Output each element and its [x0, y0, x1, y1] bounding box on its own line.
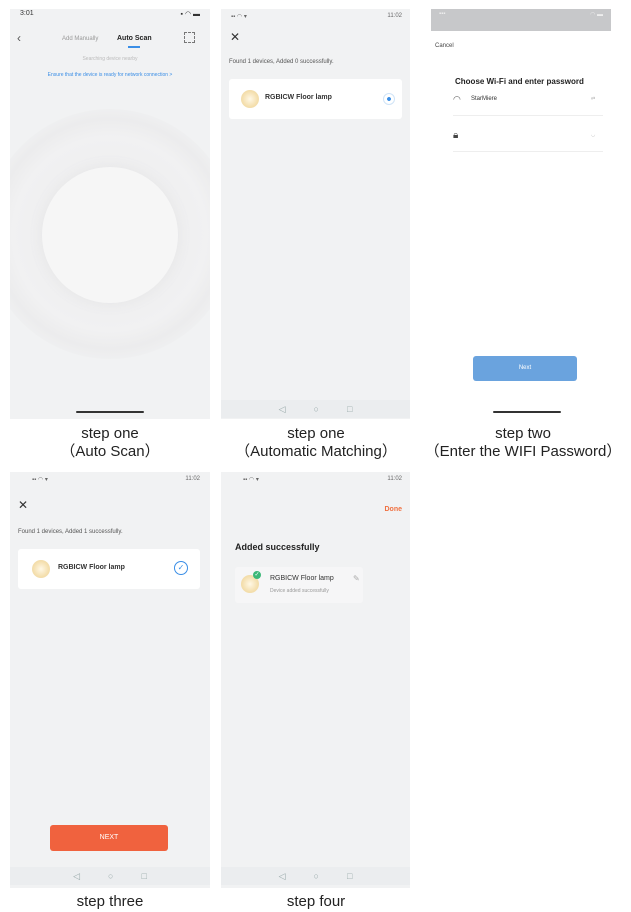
phone-step-four: ▪▪ ◠ ▾ 11:02 Done Added successfully ✓ R…: [221, 472, 410, 888]
nav-recent-icon[interactable]: □: [347, 871, 352, 881]
nav-home-icon[interactable]: ○: [314, 404, 319, 414]
status-time: 11:02: [387, 476, 402, 482]
ensure-ready-link[interactable]: Ensure that the device is ready for netw…: [10, 72, 210, 78]
tab-auto-scan[interactable]: Auto Scan: [117, 35, 152, 42]
divider: [453, 151, 603, 152]
status-time: 3:01: [20, 10, 34, 17]
caption-line: （Auto Scan）: [60, 443, 160, 460]
home-indicator: [493, 411, 561, 413]
nav-recent-icon[interactable]: □: [347, 404, 352, 414]
show-password-icon[interactable]: ◡: [591, 132, 595, 138]
status-icons: ◠ ▬: [590, 12, 603, 18]
status-bar-dim: ▪▪▪ ◠ ▬: [431, 9, 611, 31]
caption-step-three: step three: [5, 893, 215, 911]
caption-line: step one: [81, 425, 139, 442]
caption-step-one-matching: step one （Automatic Matching）: [211, 425, 421, 461]
phone-step-three: ▪▪ ◠ ▾ 11:02 ✕ Found 1 devices, Added 1 …: [10, 472, 210, 888]
wifi-ssid[interactable]: StarMiere: [471, 96, 497, 102]
home-indicator: [76, 411, 144, 413]
caption-line: step three: [76, 893, 144, 910]
tab-add-manually[interactable]: Add Manually: [62, 36, 98, 42]
next-button-label: NEXT: [99, 834, 119, 841]
done-button[interactable]: Done: [385, 506, 403, 513]
next-button[interactable]: Next: [473, 356, 577, 381]
lamp-icon: [241, 90, 259, 108]
divider: [453, 115, 603, 116]
password-input[interactable]: [471, 131, 593, 141]
close-icon[interactable]: ✕: [230, 30, 240, 44]
nav-back-icon[interactable]: ◁: [279, 871, 286, 882]
device-name: RGBICW Floor lamp: [58, 564, 125, 571]
nav-back-icon[interactable]: ◁: [73, 871, 80, 882]
added-check-icon: ✓: [253, 571, 261, 579]
status-time: 11:02: [387, 13, 402, 19]
wifi-title: Choose Wi-Fi and enter password: [455, 77, 584, 86]
caption-step-four: step four: [211, 893, 421, 911]
lamp-icon: [32, 560, 50, 578]
caption-line: step four: [286, 893, 346, 910]
android-nav-bar: ◁ ○ □: [221, 867, 410, 885]
status-time: 11:02: [185, 476, 200, 482]
device-card: ✓ RGBICW Floor lamp ✎ Device added succe…: [235, 567, 363, 603]
status-icons: ▪ ◠ ▬: [180, 11, 200, 18]
status-signal: ▪▪ ◠ ▾: [243, 477, 259, 483]
nav-home-icon[interactable]: ○: [108, 871, 113, 881]
phone-wifi: ▪▪▪ ◠ ▬ Cancel Choose Wi-Fi and enter pa…: [431, 9, 611, 419]
nav-home-icon[interactable]: ○: [314, 871, 319, 881]
found-text: Found 1 devices, Added 0 successfully.: [229, 59, 334, 65]
scan-radar-core: [42, 167, 178, 303]
wifi-icon: ◠: [453, 94, 461, 104]
caption-step-two: step two （Enter the WIFI Password）: [418, 425, 628, 461]
caption-step-one-auto-scan: step one （Auto Scan）: [5, 425, 215, 461]
back-icon[interactable]: ‹: [17, 31, 21, 45]
added-title: Added successfully: [235, 542, 320, 552]
phone-auto-scan: 3:01 ▪ ◠ ▬ ‹ Add Manually Auto Scan Sear…: [10, 9, 210, 419]
edit-name-icon[interactable]: ✎: [353, 574, 360, 583]
scan-code-icon[interactable]: [184, 32, 195, 43]
switch-wifi-icon[interactable]: ⇄: [591, 96, 595, 102]
status-time: ▪▪▪: [439, 11, 446, 17]
device-card[interactable]: RGBICW Floor lamp: [229, 79, 402, 119]
lock-icon: 🔒︎: [453, 130, 459, 141]
device-sub: Device added successfully: [270, 588, 329, 594]
caption-line: step two: [495, 425, 551, 442]
nav-back-icon[interactable]: ◁: [279, 404, 286, 415]
phone-matching: ▪▪ ◠ ▾ 11:02 ✕ Found 1 devices, Added 0 …: [221, 9, 410, 419]
cancel-button[interactable]: Cancel: [435, 43, 454, 49]
found-text: Found 1 devices, Added 1 successfully.: [18, 529, 123, 535]
searching-text: Searching device nearby: [82, 56, 138, 62]
caption-line: step one: [287, 425, 345, 442]
tab-underline: [128, 46, 140, 48]
device-name: RGBICW Floor lamp: [270, 575, 334, 582]
android-nav-bar: ◁ ○ □: [221, 400, 410, 418]
device-card[interactable]: RGBICW Floor lamp ✓: [18, 549, 200, 589]
selected-check-icon: ✓: [174, 561, 188, 575]
android-nav-bar: ◁ ○ □: [10, 867, 210, 885]
caption-line: （Enter the WIFI Password）: [424, 443, 622, 460]
sheet: Cancel Choose Wi-Fi and enter password ◠…: [431, 33, 611, 419]
status-signal: ▪▪ ◠ ▾: [231, 14, 247, 20]
next-button-label: Next: [518, 365, 532, 371]
close-icon[interactable]: ✕: [18, 498, 28, 512]
loading-icon: [383, 93, 395, 105]
status-signal: ▪▪ ◠ ▾: [32, 477, 48, 483]
next-button[interactable]: NEXT: [50, 825, 168, 851]
caption-line: （Automatic Matching）: [235, 443, 397, 460]
nav-recent-icon[interactable]: □: [141, 871, 146, 881]
device-name: RGBICW Floor lamp: [265, 94, 332, 101]
